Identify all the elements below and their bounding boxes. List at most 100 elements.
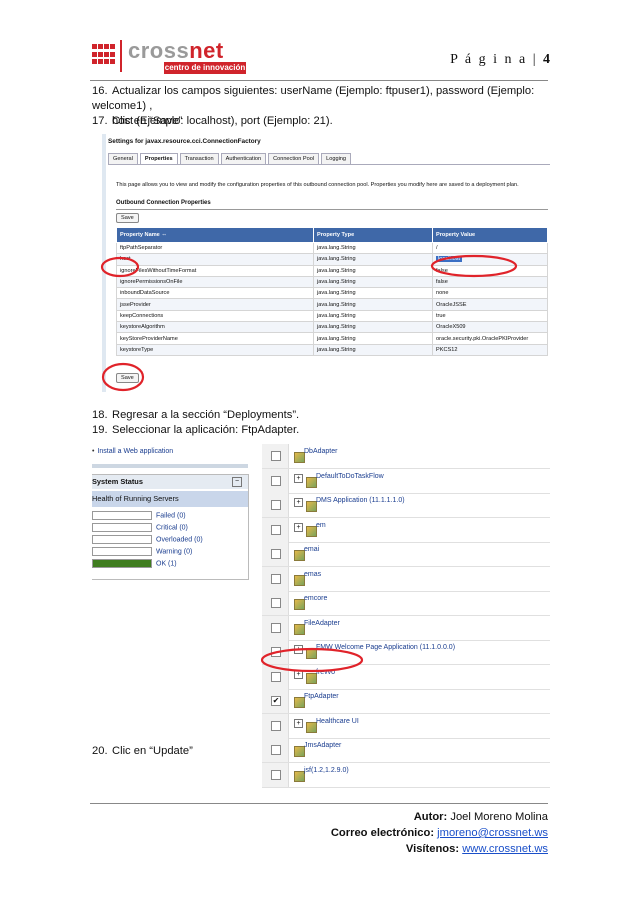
step-18: 18. Regresar a la sección “Deployments”. xyxy=(92,409,300,421)
deployment-row[interactable]: FileAdapter xyxy=(262,615,550,641)
section-heading: Outbound Connection Properties xyxy=(116,200,211,206)
deployment-row[interactable]: jsf(1.2,1.2.9.0) xyxy=(262,762,550,788)
row-checkbox[interactable] xyxy=(271,671,281,682)
table-row: keepConnections java.lang.String true xyxy=(116,309,548,323)
logo-name: crossnet xyxy=(128,38,224,63)
deployment-name[interactable]: em xyxy=(316,522,326,529)
settings-title: Settings for javax.resource.cci.Connecti… xyxy=(108,138,261,145)
row-checkbox[interactable] xyxy=(271,573,281,584)
row-checkbox[interactable] xyxy=(271,720,281,731)
table-row: ignoreFilesWithoutTimeFormat java.lang.St… xyxy=(116,264,548,277)
deployment-name[interactable]: Healthcare UI xyxy=(316,718,359,725)
expand-icon[interactable]: + xyxy=(294,645,303,654)
deployment-name[interactable]: JmsAdapter xyxy=(304,742,341,749)
deployment-name[interactable]: DbAdapter xyxy=(304,448,337,455)
row-checkbox[interactable] xyxy=(271,451,281,461)
install-web-app-link[interactable]: • Install a Web application xyxy=(92,448,173,455)
row-checkbox[interactable] xyxy=(271,622,281,633)
website-link[interactable]: www.crossnet.ws xyxy=(462,843,548,855)
deployment-row[interactable]: + em xyxy=(262,517,550,543)
crossnet-logo: crossnet centro de innovación xyxy=(92,38,246,74)
minimize-icon[interactable]: − xyxy=(232,477,242,487)
deployment-name[interactable]: emai xyxy=(304,546,319,553)
status-failed: Failed (0) xyxy=(92,511,186,521)
tab-connection-pool[interactable]: Connection Pool xyxy=(268,153,320,164)
deployment-row[interactable]: DbAdapter xyxy=(262,444,550,469)
status-warning: Warning (0) xyxy=(92,547,192,557)
row-checkbox[interactable] xyxy=(271,549,281,559)
deployment-row[interactable]: emas xyxy=(262,566,550,592)
deployments-list: DbAdapter + DefaultToDoTaskFlow + DMS Applic… xyxy=(262,444,550,788)
expand-icon[interactable]: + xyxy=(294,522,303,532)
deployment-row[interactable]: + DMS Application (11.1.1.1.0) xyxy=(262,493,550,518)
status-overloaded: Overloaded (0) xyxy=(92,535,203,545)
row-checkbox[interactable] xyxy=(271,598,281,608)
row-checkbox[interactable] xyxy=(271,500,281,510)
deployment-row[interactable]: emcore xyxy=(262,591,550,616)
status-ok: OK (1) xyxy=(92,559,177,569)
deployment-name[interactable]: jsf(1.2,1.2.9.0) xyxy=(304,767,349,774)
table-row: ignorePermissionsOnFile java.lang.String f… xyxy=(116,275,548,289)
page-description: This page allows you to view and modify … xyxy=(116,182,519,188)
deployment-row[interactable]: emai xyxy=(262,542,550,567)
logo-subtitle: centro de innovación xyxy=(164,62,246,74)
deployment-row[interactable]: + DefaultToDoTaskFlow xyxy=(262,468,550,494)
tab-general[interactable]: General xyxy=(108,153,138,164)
expand-icon[interactable]: + xyxy=(294,498,303,507)
table-row: keystoreAlgorithm java.lang.String OracleX… xyxy=(116,321,548,334)
table-row: host java.lang.String localhost xyxy=(116,253,548,266)
footer-website: Visítenos: www.crossnet.ws xyxy=(405,843,548,855)
deployment-row[interactable]: + FMW Welcome Page Application (11.1.0.0.… xyxy=(262,640,550,665)
step-20: 20. Clic en “Update” xyxy=(92,745,193,757)
row-checkbox[interactable]: ✔ xyxy=(271,696,281,706)
page-number: P á g i n a | 4 xyxy=(450,52,550,67)
table-row: jsseProvider java.lang.String OracleJSSE xyxy=(116,298,548,311)
system-status-heading: System Status − xyxy=(92,475,248,489)
settings-tabs: General Properties Transaction Authentic… xyxy=(108,153,353,164)
deployment-name[interactable]: FtpAdapter xyxy=(304,693,339,700)
deployment-name[interactable]: frevvo xyxy=(316,669,335,676)
step-17: 17. Clic en “Save” xyxy=(92,115,183,127)
table-row: keystoreType java.lang.String PKCS12 xyxy=(116,343,548,356)
column-header-value: Property Value xyxy=(432,227,548,243)
system-status-panel: • Install a Web application System Status… xyxy=(92,444,249,580)
header-divider xyxy=(90,80,548,81)
tab-logging[interactable]: Logging xyxy=(321,153,352,164)
connection-factory-screenshot: Settings for javax.resource.cci.Connecti… xyxy=(102,134,552,392)
expand-icon[interactable]: + xyxy=(294,473,303,483)
table-row: keyStoreProviderName java.lang.String orac… xyxy=(116,332,548,345)
host-value-input[interactable]: localhost xyxy=(432,253,548,266)
logo-mark-icon xyxy=(92,44,116,66)
deployment-name[interactable]: emcore xyxy=(304,595,327,602)
tab-authentication[interactable]: Authentication xyxy=(220,153,267,164)
footer-email: Correo electrónico: jmoreno@crossnet.ws xyxy=(330,827,548,839)
deployment-name[interactable]: FMW Welcome Page Application (11.1.0.0.0… xyxy=(316,644,455,651)
health-heading: Health of Running Servers xyxy=(92,491,248,507)
deployment-name[interactable]: FileAdapter xyxy=(304,620,340,627)
deployment-name[interactable]: DefaultToDoTaskFlow xyxy=(316,473,384,480)
row-checkbox[interactable] xyxy=(271,647,281,657)
deployment-name[interactable]: DMS Application (11.1.1.1.0) xyxy=(316,497,405,504)
row-checkbox[interactable] xyxy=(271,769,281,780)
row-checkbox[interactable] xyxy=(271,524,281,535)
footer-divider xyxy=(90,803,548,804)
status-critical: Critical (0) xyxy=(92,523,188,533)
column-header-type: Property Type xyxy=(313,227,433,243)
deployment-row[interactable]: ✔ FtpAdapter xyxy=(262,689,550,714)
column-header-name[interactable]: Property Name ⇔ xyxy=(116,227,314,243)
table-row: ftpPathSeparator java.lang.String / xyxy=(116,241,548,255)
email-link[interactable]: jmoreno@crossnet.ws xyxy=(437,827,548,839)
deployment-row[interactable]: + Healthcare UI xyxy=(262,713,550,739)
deployment-name[interactable]: emas xyxy=(304,571,321,578)
row-checkbox[interactable] xyxy=(271,745,281,755)
save-button-top[interactable]: Save xyxy=(116,213,139,223)
deployment-row[interactable]: + frevvo xyxy=(262,664,550,690)
expand-icon[interactable]: + xyxy=(294,718,303,728)
save-button-bottom[interactable]: Save xyxy=(116,373,139,383)
expand-icon[interactable]: + xyxy=(294,669,303,679)
tab-transaction[interactable]: Transaction xyxy=(179,153,219,164)
row-checkbox[interactable] xyxy=(271,475,281,486)
deployment-row[interactable]: JmsAdapter xyxy=(262,738,550,763)
tab-properties[interactable]: Properties xyxy=(139,153,178,164)
footer-author: Autor: Joel Moreno Molina xyxy=(413,811,548,823)
